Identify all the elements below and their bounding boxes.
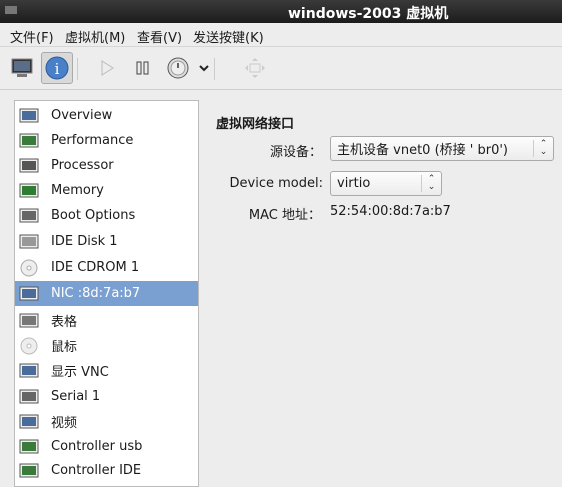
menu-send-key[interactable]: 发送按键(K) (193, 27, 264, 46)
source-device-label: 源设备： (269, 145, 322, 160)
sidebar-item[interactable]: Overview (15, 103, 198, 128)
sidebar-item-label: Performance (51, 133, 134, 148)
power-button[interactable] (162, 52, 194, 84)
controller-icon (19, 438, 39, 456)
run-button[interactable] (91, 52, 123, 84)
sidebar-item[interactable]: 显示 VNC (15, 358, 198, 383)
sidebar-item[interactable]: Performance (15, 128, 198, 153)
toolbar: i (0, 48, 562, 90)
serial-icon (19, 388, 39, 406)
sidebar-item[interactable]: Processor (15, 153, 198, 178)
pause-button[interactable] (127, 52, 159, 84)
sidebar-item[interactable]: IDE Disk 1 (15, 229, 198, 254)
menu-file[interactable]: 文件(F) (10, 27, 54, 46)
device-model-select[interactable]: virtio ⌃ ⌄ (330, 171, 442, 196)
sidebar-item-label: Controller IDE (51, 463, 142, 478)
info-icon: i (45, 56, 69, 80)
console-button[interactable] (6, 52, 38, 84)
sidebar-item[interactable]: Controller usb (15, 434, 198, 459)
mac-label: MAC 地址： (248, 208, 321, 223)
mouse-icon (19, 337, 39, 355)
chevron-down-icon (199, 65, 209, 72)
menu-vm[interactable]: 虚拟机(M) (65, 27, 125, 46)
sidebar-item-label: Overview (51, 108, 113, 123)
app-icon (5, 6, 17, 14)
sidebar-item-label: Serial 1 (51, 389, 101, 404)
power-dropdown[interactable] (194, 52, 214, 84)
cdrom-icon (19, 259, 39, 277)
sidebar-item[interactable]: 表格 (15, 308, 198, 333)
sidebar-item[interactable]: IDE CDROM 1 (15, 255, 198, 280)
menu-view[interactable]: 查看(V) (137, 27, 182, 46)
sidebar-item[interactable]: Serial 1 (15, 384, 198, 409)
monitor-icon (11, 58, 33, 77)
hardware-list[interactable]: Overview Performance Processor Memory Boot O… (14, 100, 199, 487)
cpu-icon (19, 157, 39, 175)
sidebar-item-label: IDE Disk 1 (51, 234, 118, 249)
device-model-label: Device model: (229, 176, 323, 191)
nic-details-panel: 虚拟网络接口 源设备： 主机设备 vnet0 (桥接 ' br0') ⌃ ⌄ De… (200, 100, 562, 487)
performance-icon (19, 132, 39, 150)
fullscreen-icon (245, 58, 265, 78)
sidebar-item[interactable]: 视频 (15, 409, 198, 434)
disk-icon (19, 233, 39, 251)
monitor-icon (19, 107, 39, 125)
sidebar-item-label: NIC :8d:7a:b7 (51, 286, 141, 301)
sidebar-item-label: Processor (51, 158, 114, 173)
controller-icon (19, 462, 39, 480)
sidebar-item[interactable]: NIC :8d:7a:b7 (15, 281, 198, 306)
memory-icon (19, 182, 39, 200)
display-icon (19, 362, 39, 380)
source-device-value: 主机设备 vnet0 (桥接 ' br0') (337, 143, 508, 158)
sidebar-item-label: IDE CDROM 1 (51, 260, 140, 275)
source-device-select[interactable]: 主机设备 vnet0 (桥接 ' br0') ⌃ ⌄ (330, 136, 554, 161)
details-button[interactable]: i (41, 52, 73, 84)
sidebar-item-label: Boot Options (51, 208, 136, 223)
tablet-icon (19, 312, 39, 330)
chevron-updown-icon: ⌃ ⌄ (533, 140, 553, 157)
chevron-updown-icon: ⌃ ⌄ (421, 175, 441, 192)
sidebar-item-label: 显示 VNC (51, 365, 109, 380)
video-icon (19, 413, 39, 431)
fullscreen-button[interactable] (239, 52, 271, 84)
sidebar-item[interactable]: Boot Options (15, 203, 198, 228)
mac-value: 52:54:00:8d:7a:b7 (330, 204, 451, 219)
power-icon (167, 57, 189, 79)
sidebar-item-label: Memory (51, 183, 104, 198)
network-icon (19, 285, 39, 303)
menu-bar: 文件(F) 虚拟机(M) 查看(V) 发送按键(K) (0, 23, 562, 47)
sidebar-item-label: 表格 (51, 315, 78, 330)
sidebar-item[interactable]: Controller IDE (15, 458, 198, 483)
sidebar-item-label: 视频 (51, 416, 78, 431)
play-icon (101, 60, 114, 76)
sidebar-item-label: Controller usb (51, 439, 143, 454)
section-heading: 虚拟网络接口 (216, 117, 295, 132)
sidebar-item-label: 鼠标 (51, 340, 78, 355)
window-title: windows-2003 虚拟机 (288, 6, 449, 22)
device-model-value: virtio (337, 176, 371, 191)
gear-icon (19, 207, 39, 225)
sidebar-item[interactable]: 鼠标 (15, 333, 198, 358)
pause-icon (136, 61, 149, 75)
svg-text:i: i (55, 60, 60, 78)
sidebar-item[interactable]: Memory (15, 178, 198, 203)
title-bar: windows-2003 虚拟机 (0, 0, 562, 23)
